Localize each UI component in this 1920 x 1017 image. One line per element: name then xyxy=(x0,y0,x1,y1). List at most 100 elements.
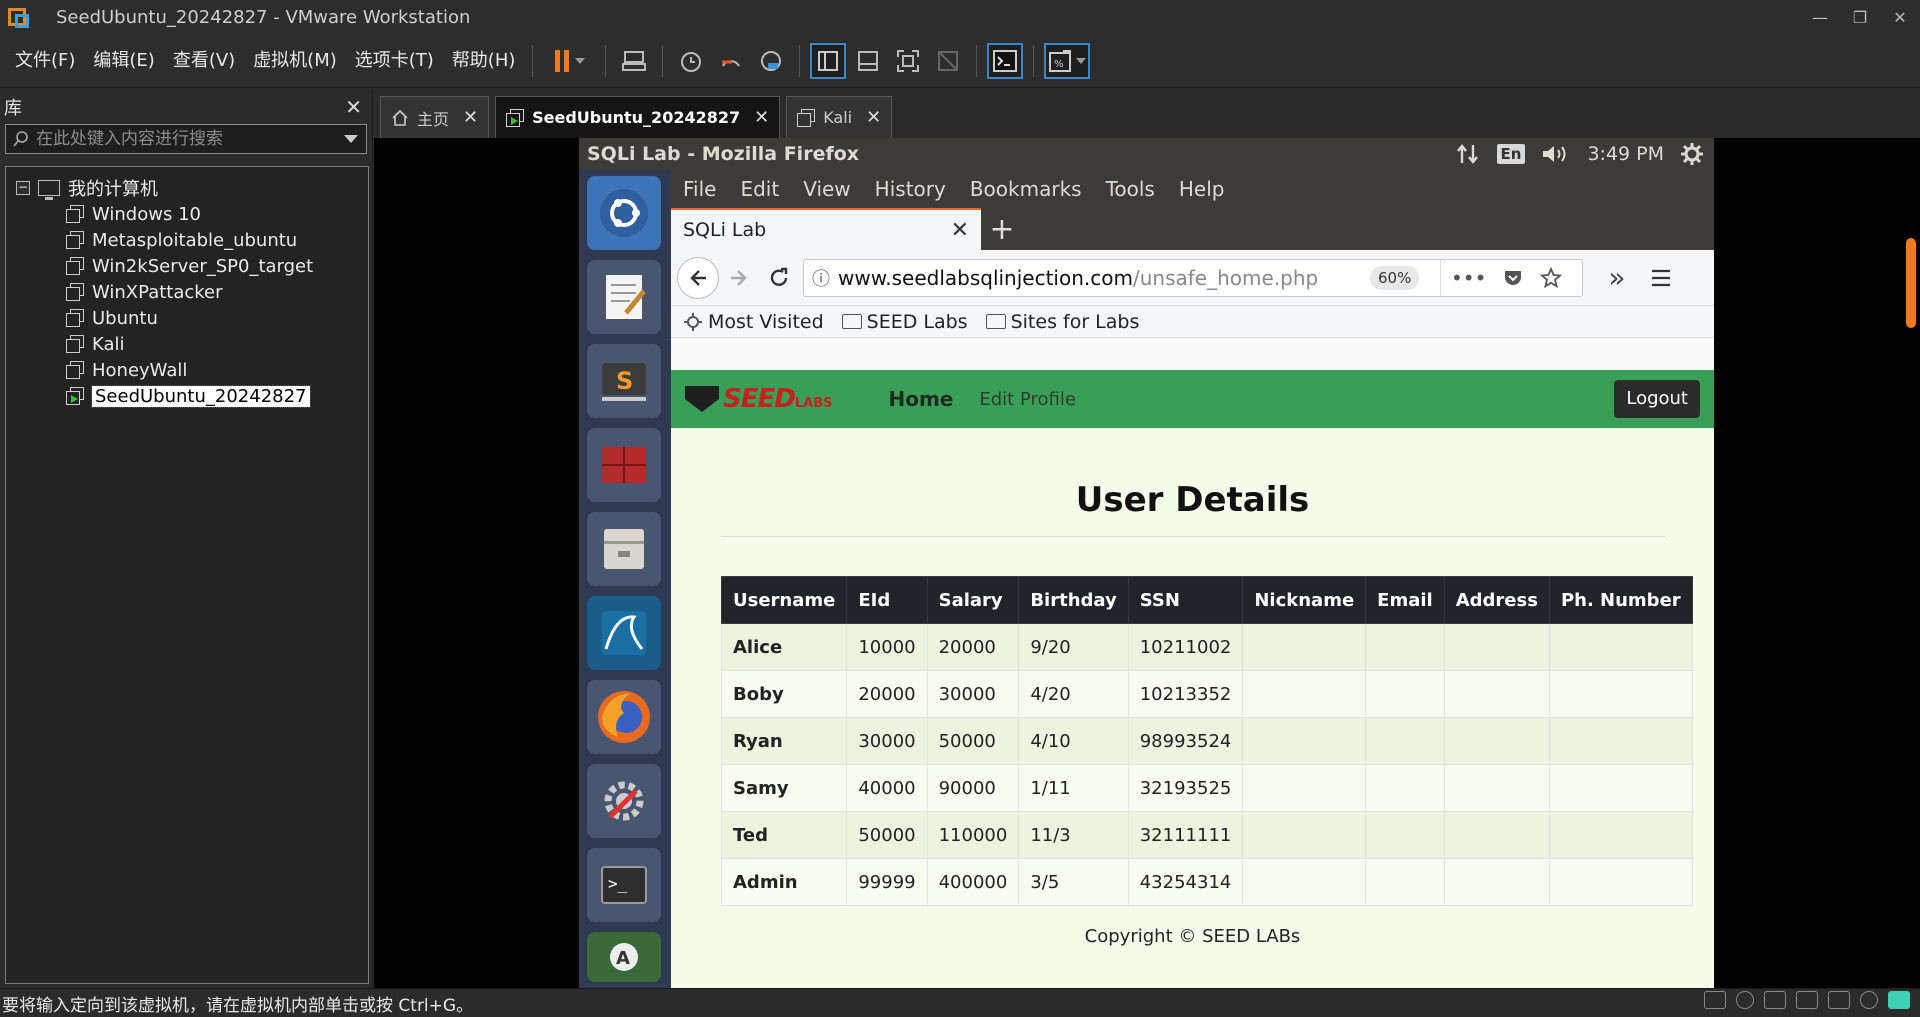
network-icon[interactable] xyxy=(1455,143,1481,165)
ff-menu-edit[interactable]: Edit xyxy=(728,177,791,201)
menu-tabs[interactable]: 选项卡(T) xyxy=(346,34,443,88)
stretch-guest-button[interactable]: % xyxy=(1044,42,1091,79)
ff-menu-help[interactable]: Help xyxy=(1167,177,1237,201)
new-tab-button[interactable]: + xyxy=(981,208,1023,250)
system-settings-icon[interactable] xyxy=(587,764,661,838)
show-library-button[interactable] xyxy=(810,42,847,79)
tree-item-win2kserver[interactable]: Win2kServer_SP0_target xyxy=(6,253,368,279)
network-adapter-icon[interactable] xyxy=(1764,991,1786,1009)
tree-item-honeywall[interactable]: HoneyWall xyxy=(6,357,368,383)
info-icon[interactable]: ⓘ xyxy=(804,265,838,291)
message-log-icon[interactable] xyxy=(1888,991,1910,1009)
terminator-icon[interactable] xyxy=(587,428,661,502)
bookmark-seed-labs[interactable]: SEED Labs xyxy=(841,311,968,333)
back-button[interactable] xyxy=(677,256,719,299)
files-icon[interactable] xyxy=(587,512,661,586)
tree-item-ubuntu[interactable]: Ubuntu xyxy=(6,305,368,331)
text-editor-icon[interactable] xyxy=(587,260,661,334)
tree-item-winxpattacker[interactable]: WinXPattacker xyxy=(6,279,368,305)
pocket-icon[interactable] xyxy=(1502,267,1524,289)
tab-seedubuntu[interactable]: SeedUbuntu_20242827 ✕ xyxy=(495,96,781,138)
console-view-button[interactable] xyxy=(987,42,1024,79)
minimize-button[interactable]: — xyxy=(1800,0,1840,34)
cd-rom-icon[interactable] xyxy=(1736,991,1754,1009)
vm-scrollbar[interactable] xyxy=(1906,238,1916,328)
keyboard-language-indicator[interactable]: En xyxy=(1496,144,1526,164)
pause-vm-button[interactable] xyxy=(543,43,595,79)
volume-icon[interactable] xyxy=(1541,143,1571,165)
revert-snapshot-button[interactable] xyxy=(713,43,749,79)
sound-card-icon[interactable] xyxy=(1828,991,1850,1009)
bookmark-most-visited[interactable]: Most Visited xyxy=(683,311,824,333)
library-search-input[interactable] xyxy=(36,129,344,149)
logout-button[interactable]: Logout xyxy=(1614,380,1700,418)
sublime-text-icon[interactable]: S xyxy=(587,344,661,418)
url-bar[interactable]: ⓘ www.seedlabsqlinjection.com /unsafe_ho… xyxy=(803,258,1583,297)
menu-vm[interactable]: 虚拟机(M) xyxy=(244,34,346,88)
display-icon[interactable] xyxy=(1860,991,1878,1009)
tree-root-my-computer[interactable]: − 我的计算机 xyxy=(6,175,368,201)
software-updater-icon[interactable]: A xyxy=(587,932,661,982)
vm-tab-strip: 主页 ✕ SeedUbuntu_20242827 ✕ Kali ✕ xyxy=(374,90,1920,138)
ff-menu-file[interactable]: File xyxy=(671,177,728,201)
browser-tab-sqli-lab[interactable]: SQLi Lab ✕ xyxy=(671,208,981,250)
restore-button[interactable]: ❐ xyxy=(1840,0,1880,34)
close-tab-icon[interactable]: ✕ xyxy=(866,107,881,128)
unity-button[interactable] xyxy=(930,43,966,79)
star-icon[interactable] xyxy=(1540,266,1563,289)
thumbnail-bar-button[interactable] xyxy=(850,43,886,79)
reload-button[interactable] xyxy=(759,258,799,298)
overflow-button[interactable]: » xyxy=(1597,258,1637,298)
gear-icon[interactable] xyxy=(1680,142,1704,166)
firefox-icon[interactable] xyxy=(587,680,661,754)
table-cell: 400000 xyxy=(926,858,1020,906)
tree-item-seedubuntu[interactable]: SeedUbuntu_20242827 xyxy=(6,383,368,409)
ff-menu-view[interactable]: View xyxy=(791,177,862,201)
menu-file[interactable]: 文件(F) xyxy=(6,34,84,88)
wireshark-icon[interactable] xyxy=(587,596,661,670)
unity-launcher: S >_ A xyxy=(579,170,671,988)
close-tab-icon[interactable]: ✕ xyxy=(951,218,969,243)
seed-labs-logo[interactable]: SEED LABS xyxy=(685,384,832,414)
close-window-button[interactable]: ✕ xyxy=(1880,0,1920,34)
hard-disk-icon[interactable] xyxy=(1704,991,1726,1009)
hamburger-menu-button[interactable] xyxy=(1641,258,1681,298)
nav-edit-profile-link[interactable]: Edit Profile xyxy=(979,389,1076,410)
guest-screen[interactable]: SQLi Lab - Mozilla Firefox En 3:49 PM S xyxy=(579,138,1714,988)
full-screen-button[interactable] xyxy=(890,43,926,79)
menu-help[interactable]: 帮助(H) xyxy=(443,34,525,88)
menu-view[interactable]: 查看(V) xyxy=(164,34,244,88)
tab-label: SeedUbuntu_20242827 xyxy=(532,108,741,127)
ff-menu-history[interactable]: History xyxy=(863,177,958,201)
menu-edit[interactable]: 编辑(E) xyxy=(84,34,163,88)
tree-item-label: Win2kServer_SP0_target xyxy=(92,255,314,277)
snapshot-button[interactable] xyxy=(673,43,709,79)
page-actions-icon[interactable]: ••• xyxy=(1451,266,1486,290)
ff-menu-bookmarks[interactable]: Bookmarks xyxy=(958,177,1094,201)
search-dropdown-icon[interactable] xyxy=(344,135,358,143)
tab-home[interactable]: 主页 ✕ xyxy=(380,96,490,138)
table-cell xyxy=(1365,858,1445,906)
clock-indicator[interactable]: 3:49 PM xyxy=(1587,143,1664,165)
close-tab-icon[interactable]: ✕ xyxy=(754,107,769,128)
ubuntu-dash-icon[interactable] xyxy=(587,176,661,250)
close-tab-icon[interactable]: ✕ xyxy=(463,107,478,128)
close-library-button[interactable]: ✕ xyxy=(345,95,362,119)
url-host: www.seedlabsqlinjection.com xyxy=(838,265,1133,290)
ff-menu-tools[interactable]: Tools xyxy=(1094,177,1167,201)
terminal-icon[interactable]: >_ xyxy=(587,848,661,922)
nav-home-link[interactable]: Home xyxy=(888,387,953,411)
tree-item-metasploitable[interactable]: Metasploitable_ubuntu xyxy=(6,227,368,253)
collapse-icon[interactable]: − xyxy=(16,181,30,195)
bookmark-sites-for-labs[interactable]: Sites for Labs xyxy=(985,311,1139,333)
forward-button[interactable] xyxy=(719,258,759,298)
send-ctrl-alt-del-button[interactable] xyxy=(616,43,652,79)
tree-item-windows-10[interactable]: Windows 10 xyxy=(6,201,368,227)
zoom-indicator[interactable]: 60% xyxy=(1370,265,1420,290)
tree-item-label: WinXPattacker xyxy=(92,281,223,303)
tab-kali[interactable]: Kali ✕ xyxy=(786,96,893,138)
tree-item-kali[interactable]: Kali xyxy=(6,331,368,357)
running-vm-icon xyxy=(506,108,525,127)
snapshot-manager-button[interactable] xyxy=(753,43,789,79)
printer-icon[interactable] xyxy=(1796,991,1818,1009)
